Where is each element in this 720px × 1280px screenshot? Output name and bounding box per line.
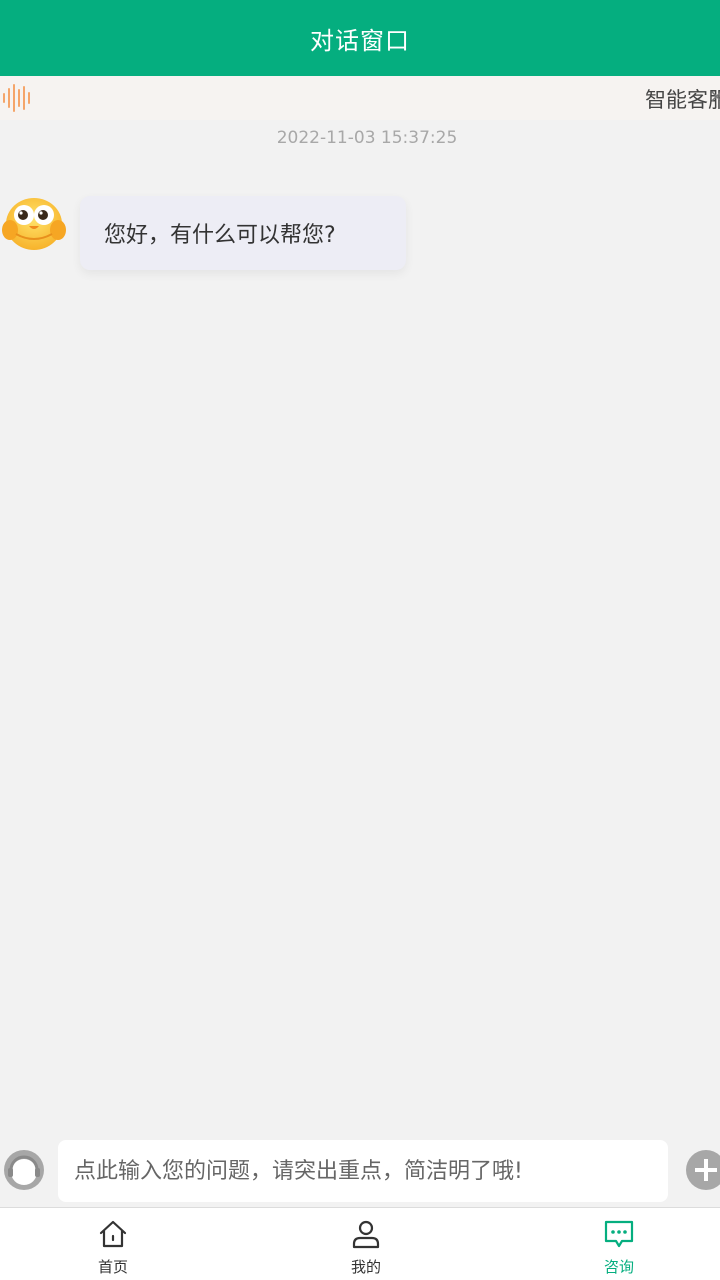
tab-mine-label: 我的	[350, 1258, 381, 1276]
notice-bar[interactable]: 智能客服 ×	[0, 76, 720, 120]
plus-icon[interactable]	[686, 1150, 720, 1190]
customer-service-headset-icon[interactable]	[2, 1148, 46, 1192]
chat-screen: 对话窗口 智能客服 × 2022-11-03 15:37:25 您好，有什么可以…	[0, 0, 720, 1280]
page-title: 对话窗口	[310, 26, 410, 55]
header-bar: 对话窗口	[0, 0, 720, 76]
user-icon	[352, 1220, 380, 1249]
home-icon	[99, 1220, 127, 1248]
tab-consult[interactable]: 咨询	[559, 1208, 679, 1280]
tab-home-label: 首页	[97, 1258, 128, 1276]
tab-consult-label: 咨询	[603, 1258, 634, 1276]
message-input[interactable]	[58, 1140, 668, 1202]
bottom-tab-bar: 首页 我的 咨询	[0, 1207, 720, 1280]
bot-message-text: 您好，有什么可以帮您?	[104, 223, 336, 248]
tab-home[interactable]: 首页	[53, 1208, 173, 1280]
chat-bubble-icon	[604, 1220, 634, 1248]
tab-mine[interactable]: 我的	[306, 1208, 426, 1280]
bot-avatar	[2, 198, 66, 250]
bot-message-bubble: 您好，有什么可以帮您?	[80, 196, 406, 270]
input-bar	[0, 1132, 720, 1208]
message-timestamp: 2022-11-03 15:37:25	[276, 128, 458, 148]
close-icon[interactable]: ×	[709, 86, 720, 107]
sound-wave-icon	[3, 84, 30, 112]
